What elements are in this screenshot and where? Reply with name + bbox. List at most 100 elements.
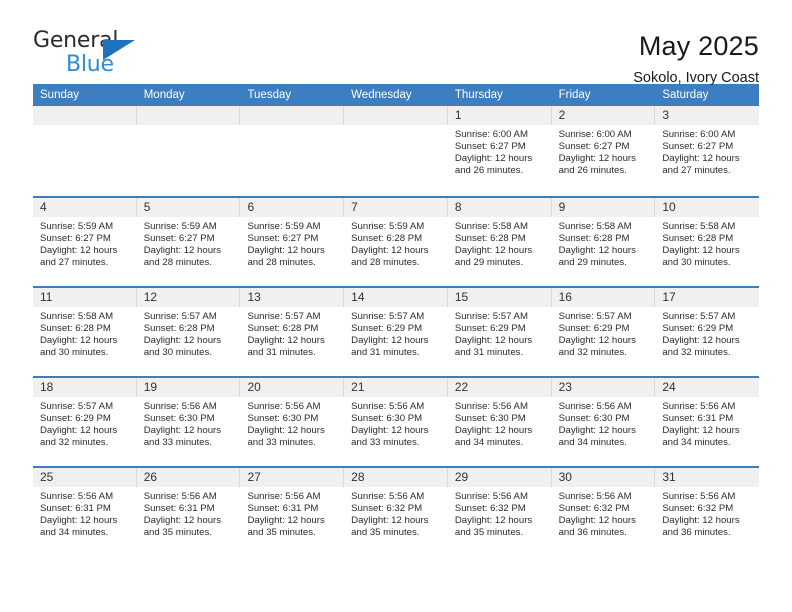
sunrise-text: Sunrise: 5:57 AM — [558, 311, 632, 322]
day-number: 10 — [655, 198, 760, 217]
weekday-header-wednesday: Wednesday — [351, 89, 412, 101]
sunrise-text: Sunrise: 5:56 AM — [351, 491, 425, 502]
day-details: Sunrise: 5:57 AM Sunset: 6:28 PM Daylight:… — [137, 307, 241, 359]
sunset-text: Sunset: 6:28 PM — [558, 233, 630, 245]
weekday-header-friday: Friday — [558, 89, 591, 101]
day-details: Sunrise: 5:56 AM Sunset: 6:30 PM Daylight:… — [137, 397, 241, 449]
calendar-day-cell[interactable]: 19 Sunrise: 5:56 AM Sunset: 6:30 PM Dayligh… — [136, 378, 241, 466]
day-number: 11 — [33, 288, 137, 307]
calendar-week-row: 25 Sunrise: 5:56 AM Sunset: 6:31 PM Dayligh… — [33, 466, 760, 556]
day-details: Sunrise: 6:00 AM Sunset: 6:27 PM Daylight:… — [655, 125, 759, 177]
day-number: 3 — [655, 106, 760, 125]
day-number: 27 — [240, 468, 345, 487]
calendar-day-cell[interactable]: 17 Sunrise: 5:57 AM Sunset: 6:29 PM Dayligh… — [655, 288, 760, 376]
daylight-text: Daylight: 12 hours and 29 minutes. — [558, 245, 636, 269]
day-details: Sunrise: 5:56 AM Sunset: 6:31 PM Daylight:… — [137, 487, 241, 539]
sunrise-text: Sunrise: 5:56 AM — [143, 491, 217, 502]
day-details: Sunrise: 5:56 AM Sunset: 6:32 PM Daylight:… — [655, 487, 759, 539]
calendar-day-cell[interactable]: 25 Sunrise: 5:56 AM Sunset: 6:31 PM Dayligh… — [33, 468, 137, 556]
day-details: Sunrise: 5:56 AM Sunset: 6:30 PM Daylight:… — [344, 397, 448, 449]
daylight-text: Daylight: 12 hours and 34 minutes. — [558, 425, 636, 449]
day-details: Sunrise: 5:57 AM Sunset: 6:29 PM Daylight:… — [448, 307, 552, 359]
daylight-text: Daylight: 12 hours and 27 minutes. — [40, 245, 118, 269]
sunset-text: Sunset: 6:31 PM — [40, 503, 111, 515]
day-number: 18 — [33, 378, 137, 397]
calendar-day-cell[interactable]: 4 Sunrise: 5:59 AM Sunset: 6:27 PM Daylight… — [33, 198, 137, 286]
daylight-text: Daylight: 12 hours and 35 minutes. — [247, 515, 325, 539]
day-details: Sunrise: 5:57 AM Sunset: 6:29 PM Daylight:… — [344, 307, 448, 359]
day-number: 19 — [136, 378, 241, 397]
calendar-day-cell[interactable]: 10 Sunrise: 5:58 AM Sunset: 6:28 PM Dayligh… — [655, 198, 760, 286]
sunset-text: Sunset: 6:28 PM — [247, 323, 319, 335]
calendar-day-cell[interactable]: 15 Sunrise: 5:57 AM Sunset: 6:29 PM Dayligh… — [447, 288, 552, 376]
calendar-day-cell-empty — [344, 106, 448, 196]
day-details: Sunrise: 5:56 AM Sunset: 6:30 PM Daylight:… — [448, 397, 552, 449]
daylight-text: Daylight: 12 hours and 31 minutes. — [454, 335, 533, 359]
day-details: Sunrise: 5:57 AM Sunset: 6:29 PM Daylight:… — [655, 307, 759, 359]
day-details: Sunrise: 5:59 AM Sunset: 6:27 PM Daylight:… — [33, 217, 137, 269]
calendar-day-cell[interactable]: 13 Sunrise: 5:57 AM Sunset: 6:28 PM Dayligh… — [240, 288, 345, 376]
calendar-day-cell[interactable]: 8 Sunrise: 5:58 AM Sunset: 6:28 PM Daylight… — [447, 198, 552, 286]
sunset-text: Sunset: 6:32 PM — [351, 503, 423, 515]
day-number: 23 — [551, 378, 656, 397]
day-number: 14 — [344, 288, 448, 307]
sunrise-text: Sunrise: 6:00 AM — [662, 129, 736, 140]
calendar-day-cell[interactable]: 26 Sunrise: 5:56 AM Sunset: 6:31 PM Dayligh… — [136, 468, 241, 556]
calendar-day-cell[interactable]: 21 Sunrise: 5:56 AM Sunset: 6:30 PM Dayligh… — [344, 378, 448, 466]
daylight-text: Daylight: 12 hours and 31 minutes. — [247, 335, 325, 359]
calendar-day-cell[interactable]: 5 Sunrise: 5:59 AM Sunset: 6:27 PM Daylight… — [136, 198, 241, 286]
calendar-day-cell[interactable]: 3 Sunrise: 6:00 AM Sunset: 6:27 PM Daylight… — [655, 106, 760, 196]
calendar-day-cell[interactable]: 23 Sunrise: 5:56 AM Sunset: 6:30 PM Dayligh… — [551, 378, 656, 466]
day-details: Sunrise: 5:58 AM Sunset: 6:28 PM Daylight:… — [448, 217, 552, 269]
sunset-text: Sunset: 6:32 PM — [558, 503, 630, 515]
calendar-day-cell[interactable]: 11 Sunrise: 5:58 AM Sunset: 6:28 PM Dayligh… — [33, 288, 137, 376]
general-blue-logo[interactable]: General Blue — [33, 28, 153, 80]
daylight-text: Daylight: 12 hours and 34 minutes. — [454, 425, 533, 449]
sunset-text: Sunset: 6:29 PM — [662, 323, 734, 335]
weekday-header-row: Sunday Monday Tuesday Wednesday Thursday Frid… — [33, 84, 759, 106]
day-number: 4 — [33, 198, 137, 217]
calendar-day-cell[interactable]: 18 Sunrise: 5:57 AM Sunset: 6:29 PM Dayligh… — [33, 378, 137, 466]
day-number: 6 — [240, 198, 345, 217]
calendar-day-cell[interactable]: 28 Sunrise: 5:56 AM Sunset: 6:32 PM Dayligh… — [344, 468, 448, 556]
calendar-day-cell[interactable]: 7 Sunrise: 5:59 AM Sunset: 6:28 PM Daylight… — [344, 198, 448, 286]
calendar-day-cell[interactable]: 27 Sunrise: 5:56 AM Sunset: 6:31 PM Dayligh… — [240, 468, 345, 556]
calendar-day-cell[interactable]: 14 Sunrise: 5:57 AM Sunset: 6:29 PM Dayligh… — [344, 288, 448, 376]
weekday-header-saturday: Saturday — [662, 89, 709, 101]
calendar-day-cell[interactable]: 20 Sunrise: 5:56 AM Sunset: 6:30 PM Dayligh… — [240, 378, 345, 466]
daylight-text: Daylight: 12 hours and 35 minutes. — [143, 515, 222, 539]
calendar-weeks: 1 Sunrise: 6:00 AM Sunset: 6:27 PM Daylight… — [33, 106, 760, 556]
calendar-day-cell[interactable]: 30 Sunrise: 5:56 AM Sunset: 6:32 PM Dayligh… — [551, 468, 656, 556]
daylight-text: Daylight: 12 hours and 28 minutes. — [143, 245, 222, 269]
sunrise-text: Sunrise: 6:00 AM — [454, 129, 528, 140]
day-number: 31 — [655, 468, 760, 487]
calendar-day-cell[interactable]: 1 Sunrise: 6:00 AM Sunset: 6:27 PM Daylight… — [447, 106, 552, 196]
calendar-day-cell[interactable]: 31 Sunrise: 5:56 AM Sunset: 6:32 PM Dayligh… — [655, 468, 760, 556]
calendar-day-cell[interactable]: 6 Sunrise: 5:59 AM Sunset: 6:27 PM Daylight… — [240, 198, 345, 286]
sunrise-text: Sunrise: 5:56 AM — [454, 401, 528, 412]
calendar-grid: Sunday Monday Tuesday Wednesday Thursday Frid… — [33, 84, 760, 556]
calendar-day-cell[interactable]: 29 Sunrise: 5:56 AM Sunset: 6:32 PM Dayligh… — [447, 468, 552, 556]
calendar-day-cell-empty — [240, 106, 345, 196]
sunrise-text: Sunrise: 5:56 AM — [454, 491, 528, 502]
daylight-text: Daylight: 12 hours and 35 minutes. — [454, 515, 533, 539]
sunset-text: Sunset: 6:30 PM — [247, 413, 319, 425]
sunrise-text: Sunrise: 5:58 AM — [662, 221, 736, 232]
calendar-day-cell[interactable]: 12 Sunrise: 5:57 AM Sunset: 6:28 PM Dayligh… — [136, 288, 241, 376]
sunrise-text: Sunrise: 5:56 AM — [247, 491, 321, 502]
day-number: 21 — [344, 378, 448, 397]
calendar-day-cell[interactable]: 22 Sunrise: 5:56 AM Sunset: 6:30 PM Dayligh… — [447, 378, 552, 466]
day-details: Sunrise: 5:56 AM Sunset: 6:32 PM Daylight:… — [448, 487, 552, 539]
day-number: 5 — [136, 198, 241, 217]
calendar-day-cell[interactable]: 9 Sunrise: 5:58 AM Sunset: 6:28 PM Daylight… — [551, 198, 656, 286]
calendar-day-cell[interactable]: 24 Sunrise: 5:56 AM Sunset: 6:31 PM Dayligh… — [655, 378, 760, 466]
calendar-day-cell[interactable]: 16 Sunrise: 5:57 AM Sunset: 6:29 PM Dayligh… — [551, 288, 656, 376]
daylight-text: Daylight: 12 hours and 36 minutes. — [558, 515, 636, 539]
day-number: 24 — [655, 378, 760, 397]
sunset-text: Sunset: 6:27 PM — [143, 233, 215, 245]
day-details: Sunrise: 5:57 AM Sunset: 6:29 PM Daylight:… — [33, 397, 137, 449]
daylight-text: Daylight: 12 hours and 30 minutes. — [143, 335, 222, 359]
calendar-day-cell[interactable]: 2 Sunrise: 6:00 AM Sunset: 6:27 PM Daylight… — [551, 106, 656, 196]
sunset-text: Sunset: 6:27 PM — [662, 141, 734, 153]
day-details: Sunrise: 5:56 AM Sunset: 6:30 PM Daylight:… — [240, 397, 344, 449]
